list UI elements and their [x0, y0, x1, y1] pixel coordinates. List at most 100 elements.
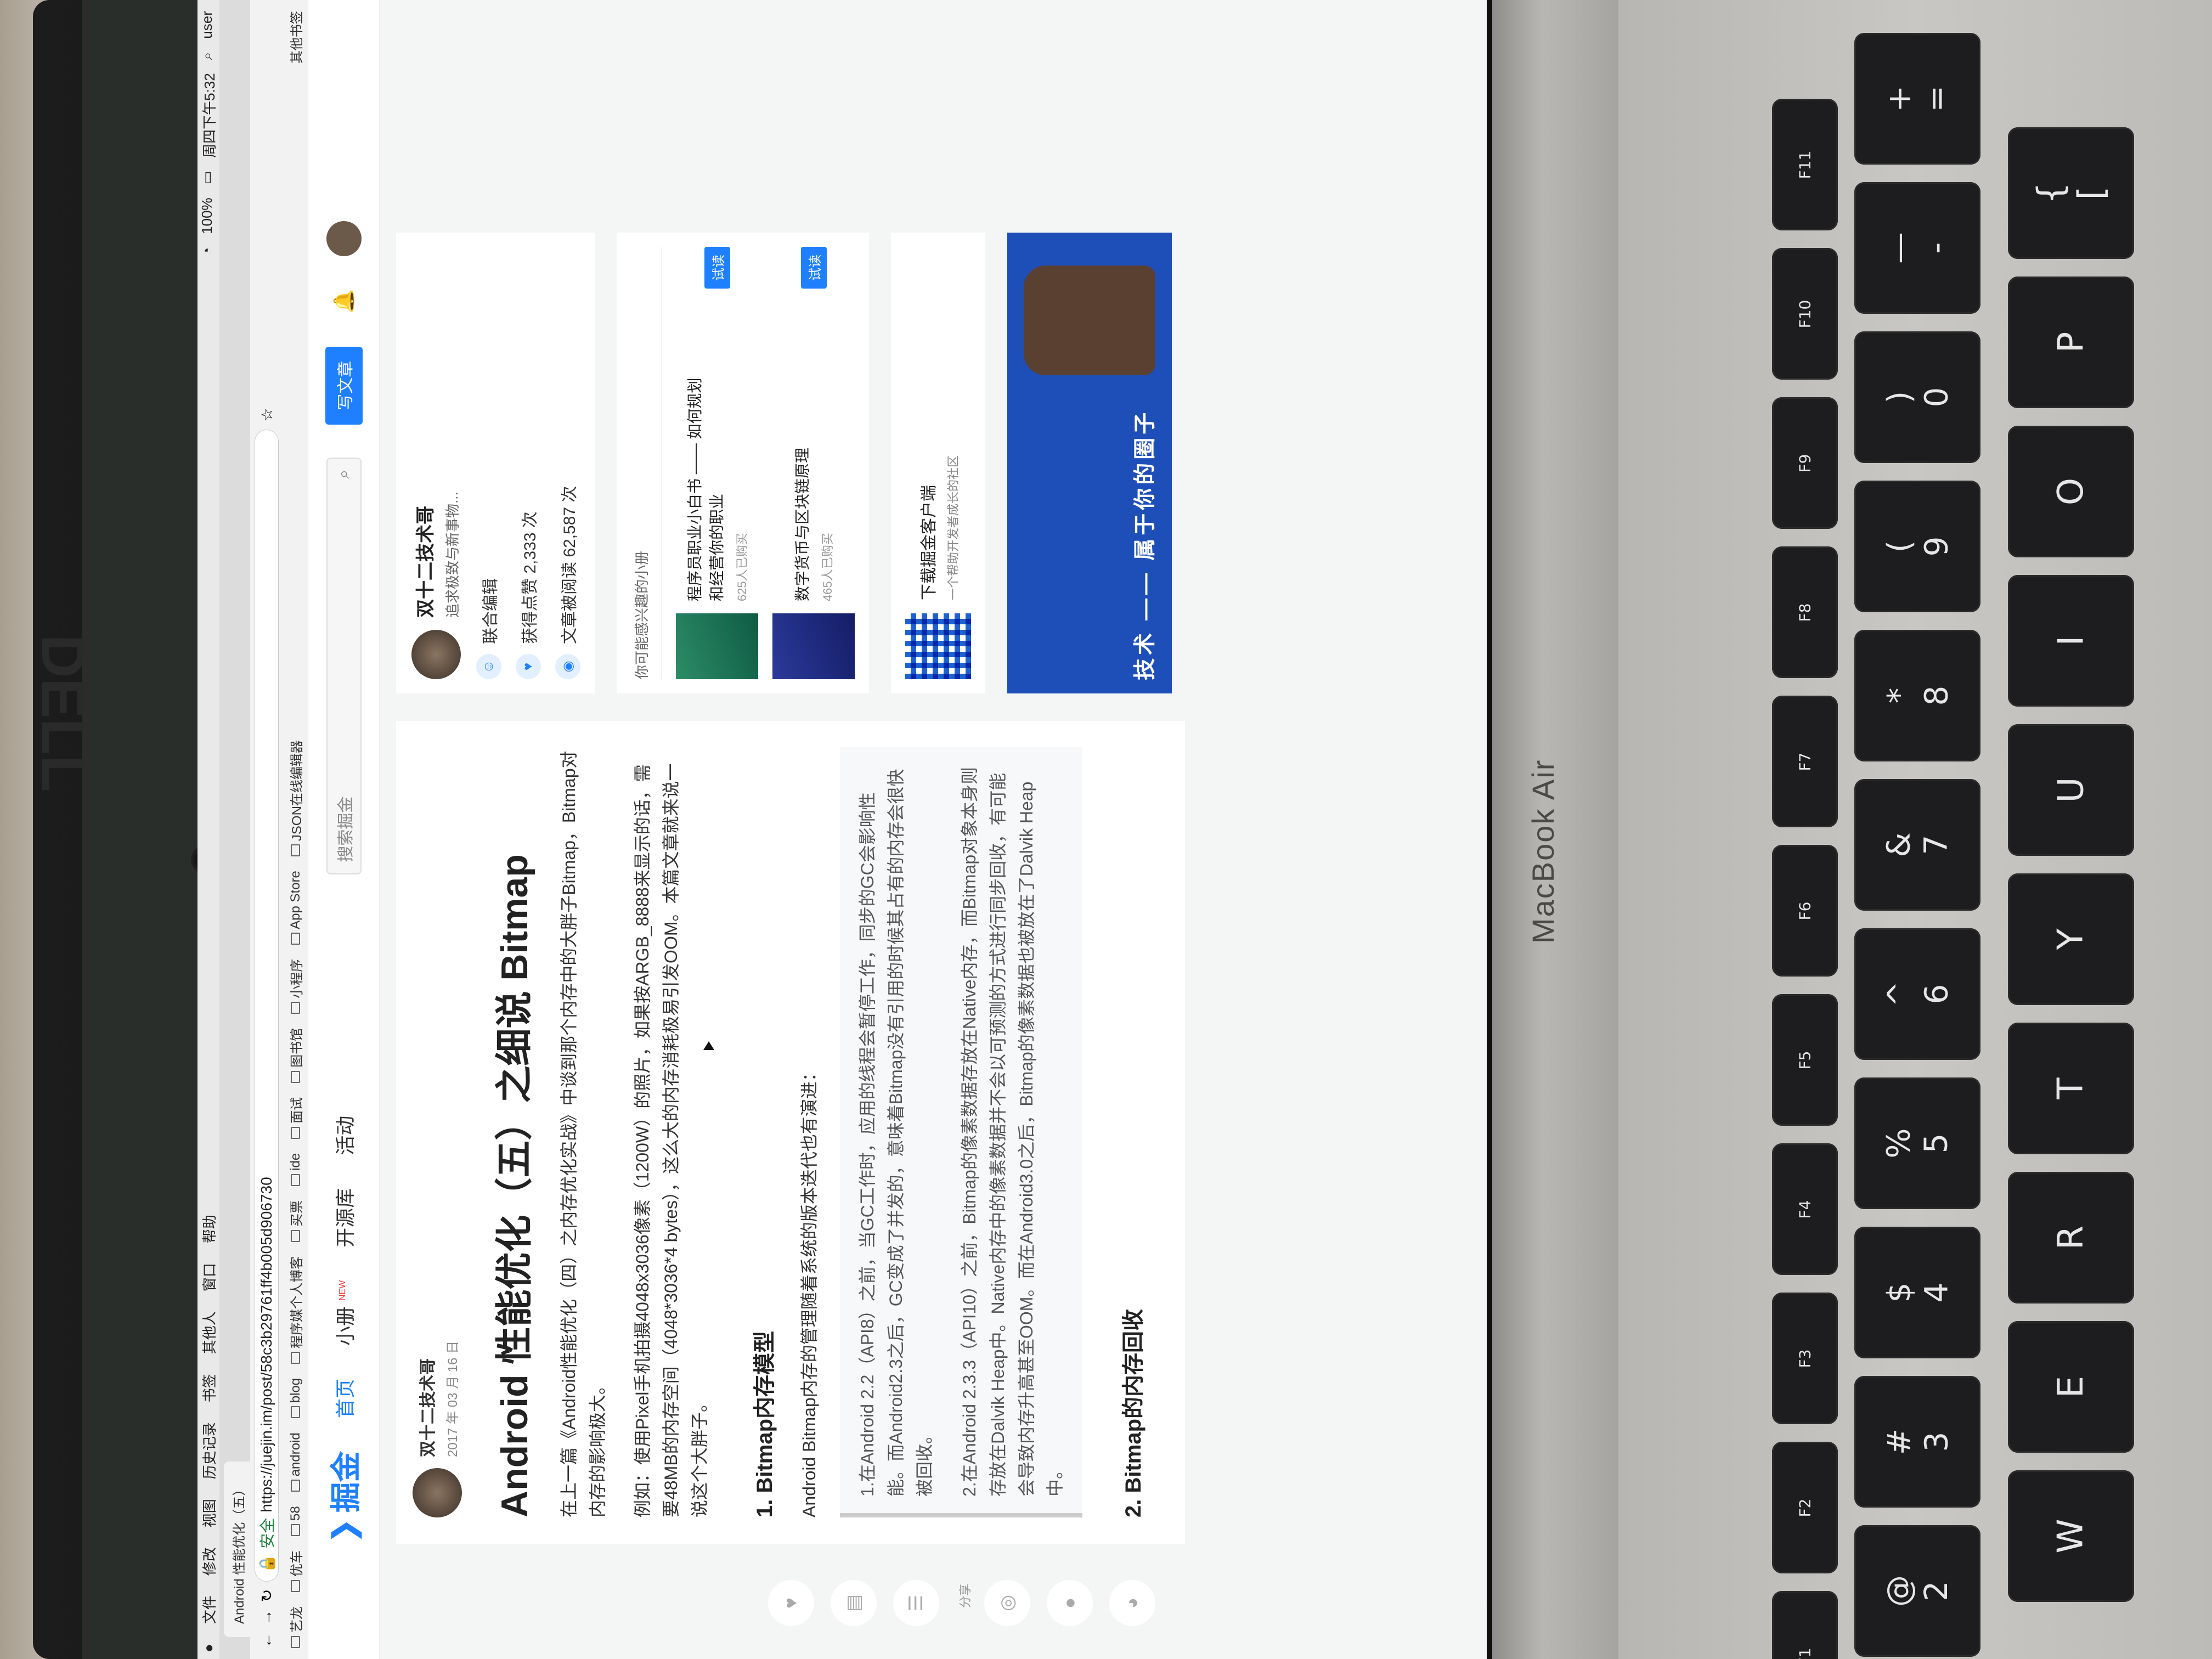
search-icon[interactable]: ⌕ [335, 470, 353, 479]
weibo-icon[interactable]: ◎ [984, 1580, 1030, 1626]
bookmark-item[interactable]: android [288, 1432, 303, 1492]
tab-article[interactable]: Android 性能优化（五）之细 × [224, 1462, 266, 1637]
collect-icon[interactable]: ☰ [893, 1580, 939, 1626]
bookmark-item[interactable]: 小程序 [286, 959, 305, 1014]
bookmark-item[interactable]: 图书馆 [286, 1028, 305, 1083]
likes-count: 获得点赞 2,333 次 [521, 511, 539, 644]
promo-banner[interactable]: 技术 —— 属于你的圈子 [1007, 233, 1172, 693]
spotlight-icon[interactable]: ⌕ [199, 52, 219, 60]
comment-icon[interactable]: ▤ [831, 1580, 877, 1626]
bookmark-item[interactable]: 程序媒个人博客 [286, 1256, 305, 1364]
menu-window[interactable]: 窗口 [199, 1263, 219, 1291]
bookmark-item[interactable]: JSON在线编辑器 [286, 740, 305, 857]
wifi-icon[interactable]: ◔ [199, 247, 219, 256]
mascot-image [1024, 266, 1155, 375]
menubar-clock[interactable]: 周四下午5:32 [199, 73, 219, 158]
qq-icon[interactable]: ● [1047, 1580, 1093, 1626]
key-label: { [ [2030, 182, 2112, 205]
eye-icon: ◉ [555, 654, 580, 679]
back-icon[interactable]: ← [258, 1633, 275, 1648]
nav-events[interactable]: 活动 [330, 1116, 358, 1155]
book-cover [676, 613, 758, 679]
site-header: ❯ 掘金 首页 小册 NEW 开源库 活动 搜索掘金 ⌕ 写文章 🔔 [308, 0, 380, 1659]
folder-icon [291, 1351, 300, 1364]
download-title: 下载掘金客户端 [920, 485, 938, 600]
menubar-user[interactable]: user [199, 11, 219, 39]
article-title: Android 性能优化（五）之细说 Bitmap [494, 854, 535, 1517]
bookmark-item[interactable]: 艺龙 [286, 1606, 305, 1648]
bookmark-label: ide [287, 1153, 303, 1171]
folder-icon [291, 1001, 300, 1014]
battery-icon[interactable]: ▭ [199, 171, 219, 185]
nav-booklets[interactable]: 小册 NEW [330, 1280, 358, 1346]
article-intro: 在上一篇《Android性能优化（四）之内存优化实战》中谈到那个内存中的大胖子B… [559, 751, 607, 1518]
menu-view[interactable]: 视图 [199, 1499, 219, 1527]
wechat-icon[interactable]: ◕ [1109, 1580, 1155, 1626]
laptop-model-label: MacBook Air [1526, 759, 1560, 944]
menu-file[interactable]: 文件 [199, 1595, 219, 1624]
folder-icon [291, 1229, 300, 1242]
number-key: @ 2 [1854, 1525, 1980, 1657]
book-item[interactable]: 数字货币与区块链原理 465人已购买 试读 [772, 247, 855, 679]
bookmark-item[interactable]: blog [288, 1378, 303, 1419]
bookmark-label: 小程序 [290, 958, 304, 998]
sidebar-author-avatar[interactable] [411, 630, 461, 679]
book-item[interactable]: 程序员职业小白书 —— 如何规划和经营你的职业 625人已购买 试读 [676, 247, 758, 679]
key-label: W [2051, 1519, 2091, 1554]
try-read-button[interactable]: 试读 [704, 247, 730, 289]
section-heading-2: 2. Bitmap的内存回收 [1121, 1308, 1146, 1517]
author-name[interactable]: 双十二技术哥 [414, 1341, 438, 1457]
sidebar-author-name[interactable]: 双十二技术哥 [410, 492, 437, 618]
bookmark-item[interactable]: 买票 [286, 1200, 305, 1242]
bookmark-item[interactable]: 优车 [286, 1550, 305, 1592]
write-article-button[interactable]: 写文章 [325, 346, 363, 425]
juejin-logo[interactable]: ❯ 掘金 [321, 1451, 366, 1544]
menu-edit[interactable]: 修改 [199, 1547, 219, 1576]
forward-icon[interactable]: → [258, 1610, 275, 1625]
author-role: 联合编辑 [482, 578, 500, 644]
bookmark-label: JSON在线编辑器 [290, 740, 304, 842]
key-label: I [2051, 635, 2091, 646]
key-label: F9 [1796, 454, 1814, 472]
nav-home[interactable]: 首页 [330, 1379, 358, 1418]
reload-icon[interactable]: ↻ [258, 1589, 276, 1602]
like-icon[interactable]: ♥ [768, 1580, 814, 1626]
memory-model-quote: 1.在Android 2.2（API8）之前，当GC工作时，应用的线程会暂停工作… [840, 747, 1082, 1517]
battery-percent[interactable]: 100% [199, 198, 219, 234]
menu-help[interactable]: 帮助 [199, 1215, 219, 1243]
bookmark-item[interactable]: 58 [288, 1506, 303, 1536]
key-label: & 7 [1880, 832, 1955, 857]
letter-key: { [ [2008, 127, 2134, 259]
bookmark-label: 58 [287, 1506, 303, 1521]
other-bookmarks[interactable]: 其他书签 [286, 11, 305, 64]
function-key: F8 [1772, 546, 1838, 678]
star-icon[interactable]: ☆ [258, 408, 276, 421]
apple-icon[interactable]: ● [200, 1644, 217, 1652]
bookmark-item[interactable]: 面试 [286, 1097, 305, 1139]
folder-icon [291, 932, 300, 945]
menu-people[interactable]: 其他人 [199, 1311, 219, 1354]
bookmark-label: App Store [287, 871, 303, 929]
url-field[interactable]: 🔒 安全 https://juejin.im/post/58c3b29761ff… [255, 429, 279, 1582]
try-read-button[interactable]: 试读 [800, 247, 827, 289]
key-label: # 3 [1880, 1428, 1955, 1455]
notification-bell-icon[interactable]: 🔔 [332, 289, 356, 314]
user-avatar[interactable] [326, 221, 362, 256]
bookmark-item[interactable]: App Store [288, 871, 303, 945]
function-key: F6 [1772, 845, 1838, 977]
menu-bookmarks[interactable]: 书签 [199, 1374, 219, 1402]
editor-icon: ☺ [476, 654, 501, 679]
author-avatar[interactable] [413, 1468, 462, 1517]
search-input[interactable]: 搜索掘金 ⌕ [326, 457, 362, 874]
bookmark-item[interactable]: ide [288, 1153, 303, 1186]
nav-repos[interactable]: 开源库 [330, 1188, 358, 1248]
folder-icon [291, 1126, 300, 1139]
sidebar: 双十二技术哥 追求极致与新事物... ☺ 联合编辑 ♥ 获得点赞 2,333 次 ◉… [396, 233, 1172, 693]
menu-history[interactable]: 历史记录 [199, 1422, 219, 1479]
key-label: ( 9 [1880, 536, 1955, 557]
app-download-card[interactable]: 下载掘金客户端 一个帮助开发者成长的社区 [891, 233, 985, 693]
mouse-cursor [703, 1041, 714, 1050]
folder-icon [291, 1173, 300, 1186]
letter-key: I [2008, 575, 2134, 707]
book-buys: 625人已购买 [735, 533, 749, 601]
